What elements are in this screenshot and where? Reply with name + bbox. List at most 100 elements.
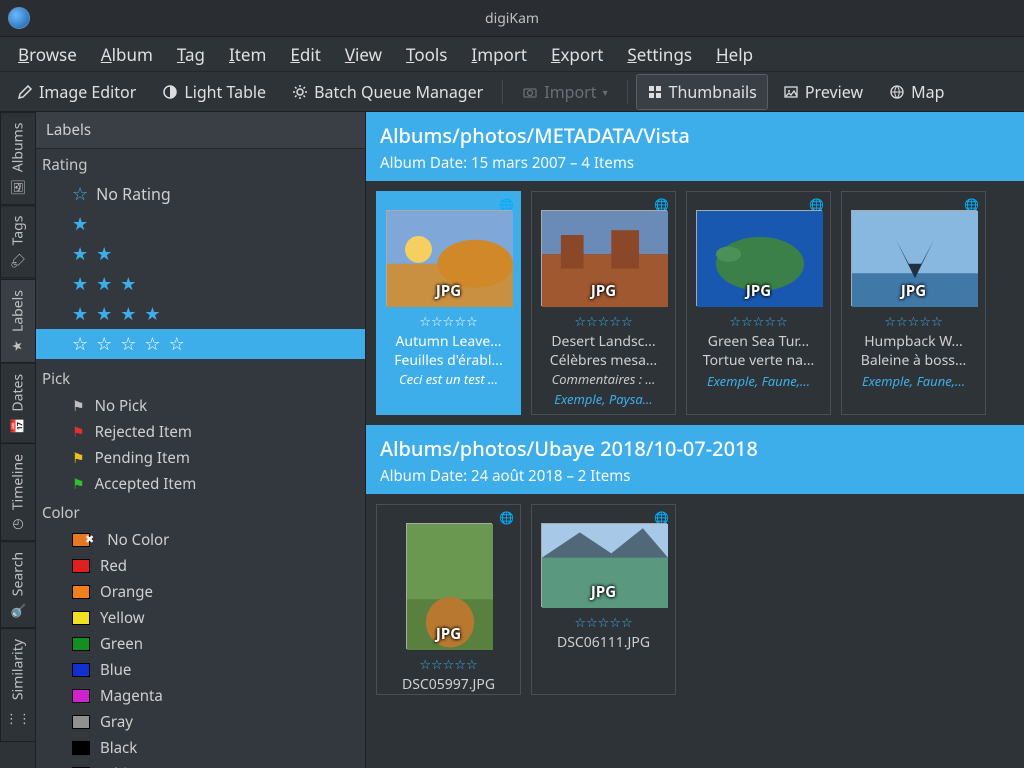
label: Map: [911, 81, 944, 103]
album-path: Albums/photos/METADATA/Vista: [380, 122, 1010, 149]
sidetab-tags[interactable]: 🏷Tags: [0, 205, 35, 278]
contrast-icon: [162, 84, 178, 100]
sidetab-labels[interactable]: ★Labels: [0, 279, 35, 363]
thumbnail[interactable]: 🌐JPG☆☆☆☆☆DSC06111.JPG: [531, 504, 676, 695]
rating-stars[interactable]: ☆☆☆☆☆: [377, 310, 520, 332]
label: Preview: [805, 81, 863, 103]
thumbnail-image: JPG: [541, 523, 667, 607]
chevron-down-icon: ▾: [603, 85, 608, 99]
color-red[interactable]: Red: [36, 553, 365, 579]
pick-rejected-item[interactable]: ⚑Rejected Item: [36, 419, 365, 445]
color-swatch: [72, 559, 90, 573]
color-blue[interactable]: Blue: [36, 657, 365, 683]
separator: [627, 80, 628, 104]
globe-icon: [889, 84, 905, 100]
sidetab-albums[interactable]: 🖼Albums: [0, 112, 35, 205]
rating-no-rating[interactable]: ☆No Rating: [36, 179, 365, 209]
app-icon: [8, 7, 30, 29]
titlebar: digiKam: [0, 0, 1024, 36]
album-meta: Album Date: 15 mars 2007 – 4 Items: [380, 153, 1010, 173]
thumbnail[interactable]: 🌐JPG☆☆☆☆☆Autumn Leave...Feuilles d'érabl…: [376, 191, 521, 415]
menu-album[interactable]: Album: [89, 37, 165, 72]
menu-help[interactable]: Help: [704, 37, 765, 72]
label: Batch Queue Manager: [314, 81, 483, 103]
color-swatch: [72, 585, 90, 599]
menu-view[interactable]: View: [333, 37, 394, 72]
color-swatch: [72, 637, 90, 651]
thumbnail[interactable]: 🌐JPG☆☆☆☆☆DSC05997.JPG: [376, 504, 521, 695]
map-button[interactable]: Map: [878, 74, 955, 110]
label: Thumbnails: [669, 81, 757, 103]
color-green[interactable]: Green: [36, 631, 365, 657]
color-magenta[interactable]: Magenta: [36, 683, 365, 709]
thumb-caption: Ceci est un test ...: [377, 370, 520, 388]
camera-icon: [522, 84, 538, 100]
import-button[interactable]: Import ▾: [511, 74, 618, 110]
rating-section-label: Rating: [36, 149, 365, 179]
pick-accepted-item[interactable]: ⚑Accepted Item: [36, 471, 365, 497]
rating-stars[interactable]: ☆☆☆☆☆: [532, 310, 675, 332]
thumb-subtitle: Tortue verte na...: [687, 351, 830, 370]
rating-stars[interactable]: ☆☆☆☆☆: [687, 310, 830, 332]
rating-stars[interactable]: ☆☆☆☆☆: [377, 653, 520, 675]
color-gray[interactable]: Gray: [36, 709, 365, 735]
thumbnails-button[interactable]: Thumbnails: [636, 74, 768, 110]
album-path: Albums/photos/Ubaye 2018/10-07-2018: [380, 435, 1010, 462]
rating-stars[interactable]: ☆☆☆☆☆: [532, 611, 675, 633]
color-no-color[interactable]: ✖No Color: [36, 527, 365, 553]
image-editor-button[interactable]: Image Editor: [6, 74, 147, 110]
menu-export[interactable]: Export: [539, 37, 615, 72]
menu-item[interactable]: Item: [217, 37, 278, 72]
color-black[interactable]: Black: [36, 735, 365, 761]
rating-0-star[interactable]: ☆☆☆☆☆: [36, 329, 365, 359]
format-badge: JPG: [591, 281, 616, 301]
color-white[interactable]: White: [36, 761, 365, 768]
batch-queue-button[interactable]: Batch Queue Manager: [281, 74, 494, 110]
menu-tools[interactable]: Tools: [394, 37, 459, 72]
thumb-subtitle: Célèbres mesa...: [532, 351, 675, 370]
thumb-title: Desert Landsc...: [532, 332, 675, 351]
thumbnail[interactable]: 🌐JPG☆☆☆☆☆Humpback W...Baleine à boss...E…: [841, 191, 986, 415]
menubar: BrowseAlbumTagItemEditViewToolsImportExp…: [0, 36, 1024, 72]
menu-edit[interactable]: Edit: [278, 37, 332, 72]
thumb-title: DSC06111.JPG: [532, 633, 675, 652]
sidetab-dates[interactable]: 📅Dates: [0, 363, 35, 444]
rating-1-star[interactable]: ★: [36, 209, 365, 239]
rating-3-star[interactable]: ★★★: [36, 269, 365, 299]
color-swatch: [72, 663, 90, 677]
image-icon: [783, 84, 799, 100]
album-header: Albums/photos/METADATA/Vista Album Date: …: [366, 112, 1024, 181]
rating-stars[interactable]: ☆☆☆☆☆: [842, 310, 985, 332]
thumb-tags: Exemple, Faune,...: [687, 370, 830, 396]
thumb-title: Green Sea Tur...: [687, 332, 830, 351]
label: Image Editor: [39, 81, 136, 103]
menu-import[interactable]: Import: [459, 37, 539, 72]
sidetab-similarity[interactable]: ⋮⋮Similarity: [0, 628, 35, 742]
color-swatch: [72, 611, 90, 625]
pick-no-pick[interactable]: ⚑No Pick: [36, 393, 365, 419]
color-orange[interactable]: Orange: [36, 579, 365, 605]
sidetab-search[interactable]: 🔍Search: [0, 541, 35, 628]
color-swatch: [72, 741, 90, 755]
menu-tag[interactable]: Tag: [165, 37, 217, 72]
pick-pending-item[interactable]: ⚑Pending Item: [36, 445, 365, 471]
thumbnail-image: JPG: [406, 523, 492, 649]
color-swatch: [72, 689, 90, 703]
menu-settings[interactable]: Settings: [615, 37, 704, 72]
thumb-tags: Exemple, Faune,...: [842, 370, 985, 396]
toolbar: Image Editor Light Table Batch Queue Man…: [0, 72, 1024, 112]
menu-browse[interactable]: Browse: [6, 37, 89, 72]
window-title: digiKam: [485, 9, 539, 28]
rating-2-star[interactable]: ★★: [36, 239, 365, 269]
color-swatch: [72, 715, 90, 729]
flag-icon: ⚑: [72, 423, 85, 442]
preview-button[interactable]: Preview: [772, 74, 874, 110]
light-table-button[interactable]: Light Table: [151, 74, 277, 110]
thumbnail[interactable]: 🌐JPG☆☆☆☆☆Green Sea Tur...Tortue verte na…: [686, 191, 831, 415]
sidetab-timeline[interactable]: ◷Timeline: [0, 443, 35, 541]
rating-4-star[interactable]: ★★★★: [36, 299, 365, 329]
thumbnail[interactable]: 🌐JPG☆☆☆☆☆Desert Landsc...Célèbres mesa..…: [531, 191, 676, 415]
color-yellow[interactable]: Yellow: [36, 605, 365, 631]
format-badge: JPG: [746, 281, 771, 301]
thumbnail-image: JPG: [541, 210, 667, 306]
